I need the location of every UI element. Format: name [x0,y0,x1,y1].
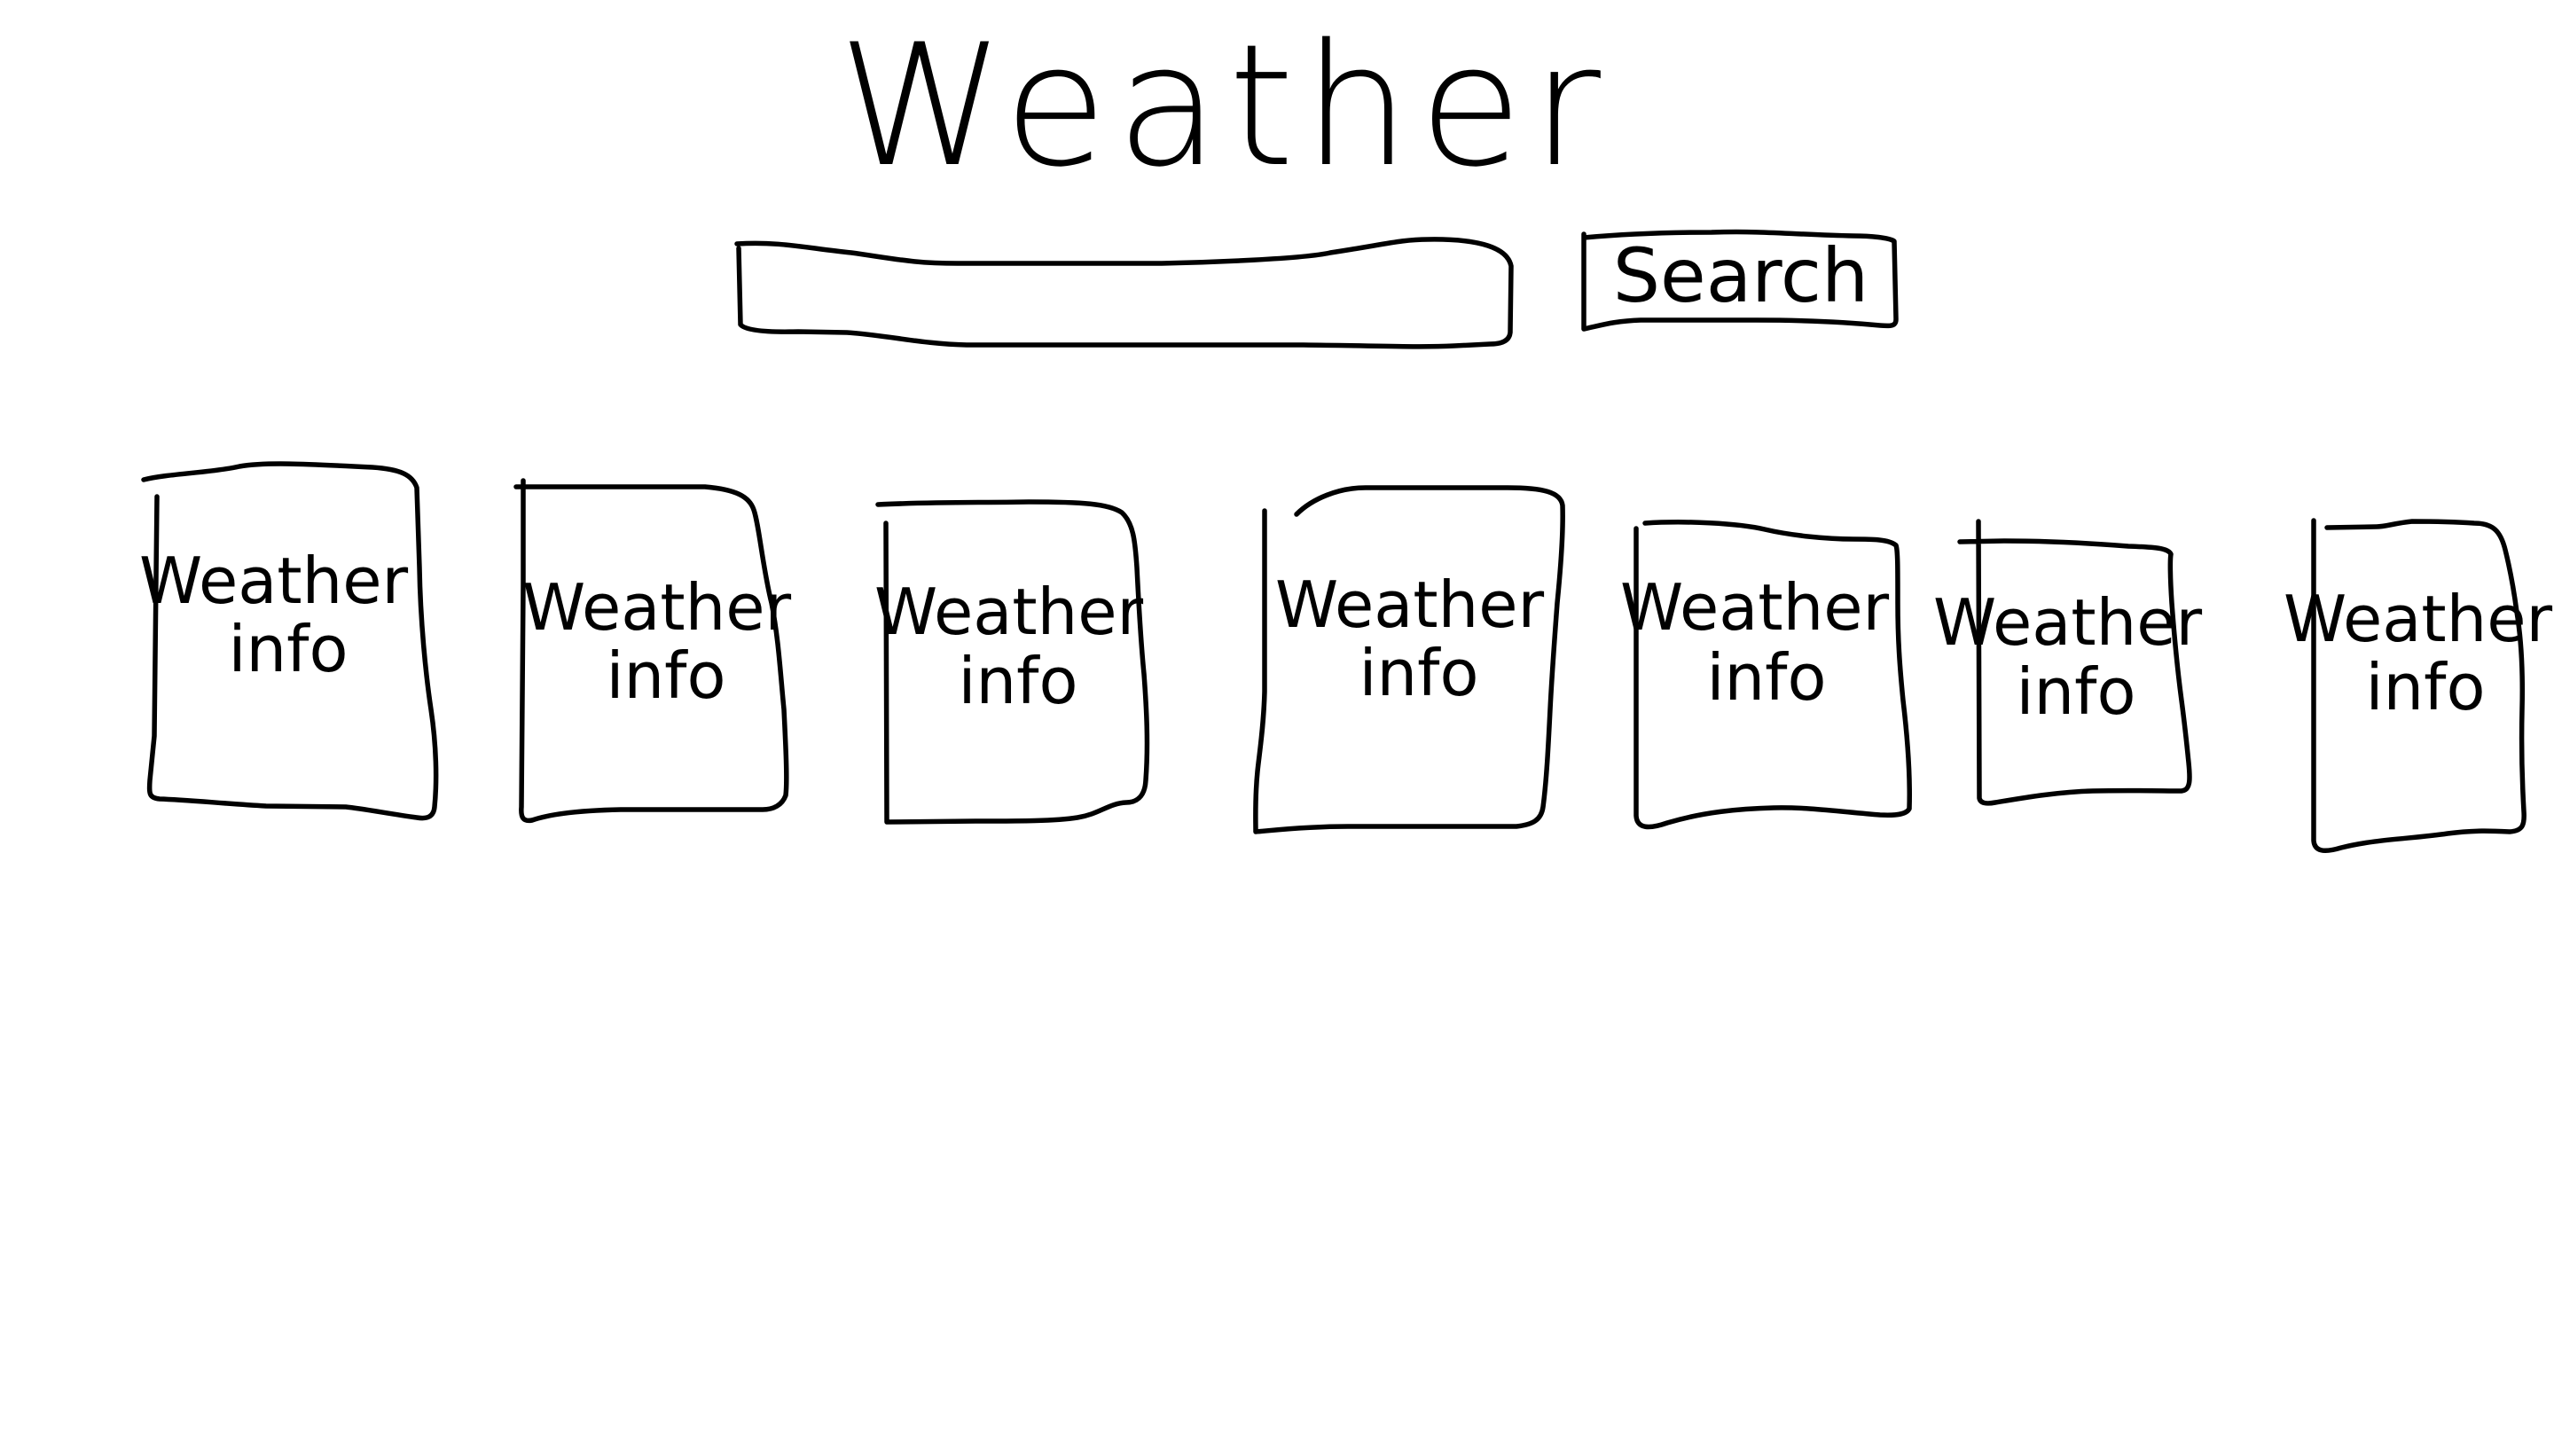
weather-card-line2: info [1359,636,1478,710]
weather-card-line1: Weather [1933,585,2203,660]
weather-card-text: Weather info [2284,582,2554,724]
weather-card-line2: info [958,644,1077,718]
weather-card-line1: Weather [874,575,1144,649]
weather-card[interactable]: Weather info [1253,485,1565,834]
weather-card-text: Weather info [139,544,428,686]
weather-card-line1: Weather [1275,568,1545,642]
weather-card[interactable]: Weather info [1620,520,1912,830]
weather-card-line2: info [2016,654,2135,729]
weather-card-line2: info [2365,650,2485,724]
weather-card-line2: info [228,612,348,686]
weather-card[interactable]: Weather info [2284,518,2554,854]
page-title: Weather [838,8,1610,204]
wireframe-canvas: Weather Search Weather info Weather info… [139,8,2554,854]
weather-card[interactable]: Weather info [139,461,439,821]
weather-card-line1: Weather [1620,570,1890,645]
weather-card-line1: Weather [2284,582,2553,656]
weather-card[interactable]: Weather info [1933,519,2222,806]
search-button-label: Search [1613,232,1869,319]
weather-card[interactable]: Weather info [874,499,1163,825]
weather-card-text: Weather info [522,570,811,713]
weather-card-text: Weather info [874,575,1163,718]
weather-card-line2: info [1706,640,1826,715]
weather-card[interactable]: Weather info [513,478,811,824]
weather-card-text: Weather info [1275,568,1564,710]
weather-card-line1: Weather [522,570,792,645]
weather-card-text: Weather info [1933,585,2222,729]
search-button[interactable]: Search [1581,229,1899,332]
weather-card-text: Weather info [1620,570,1909,715]
weather-card-line2: info [606,638,725,713]
search-input[interactable] [734,237,1514,349]
search-input-outline [734,237,1514,349]
weather-card-line1: Weather [139,544,409,618]
